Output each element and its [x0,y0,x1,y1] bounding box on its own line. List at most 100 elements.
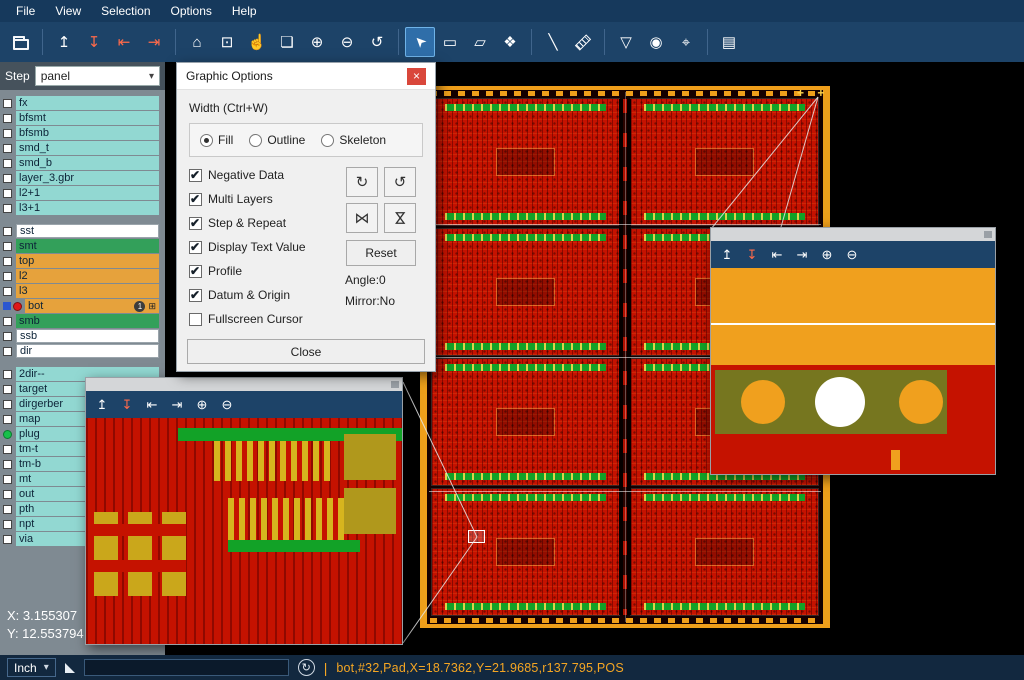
layer-row-l2[interactable]: l2 [0,269,165,283]
command-input[interactable] [84,659,289,676]
menu-item-view[interactable]: View [45,1,91,21]
layer-visibility-checkbox[interactable] [3,385,12,394]
layer-row-bot[interactable]: bot1⊞ [0,299,165,313]
layer-visibility-checkbox[interactable] [3,490,12,499]
rotate-cw-button[interactable]: ↻ [346,167,378,197]
layer-visibility-checkbox[interactable] [3,475,12,484]
refresh-icon[interactable]: ↻ [298,659,315,676]
step-selector[interactable]: panel ▾ [35,66,160,86]
layers-button[interactable]: ❖ [495,27,525,57]
layer-row-sst[interactable]: sst [0,224,165,238]
reset-button[interactable]: Reset [346,240,416,266]
triangle-icon[interactable] [65,663,75,673]
option-multi-layers[interactable]: Multi Layers [189,191,339,207]
pan-hand-button[interactable]: ☝ [242,27,272,57]
radio-fill[interactable]: Fill [200,133,233,147]
option-profile[interactable]: Profile [189,263,339,279]
report-button[interactable]: ▤ [714,27,744,57]
ruler-button[interactable] [568,27,598,57]
layer-row-smb[interactable]: smb [0,314,165,328]
zoom-in-button[interactable]: ⊕ [302,27,332,57]
layer-visibility-checkbox[interactable] [3,317,12,326]
filter-button[interactable]: ▽ [611,27,641,57]
magnifier-titlebar[interactable] [711,228,995,241]
layer-row-bfsmt[interactable]: bfsmt [0,111,165,125]
layer-visibility-checkbox[interactable] [3,189,12,198]
close-button[interactable]: Close [187,339,425,364]
layer-row-smd_t[interactable]: smd_t [0,141,165,155]
mag-export-button[interactable]: ⇥ [791,244,813,266]
mag-zoom-out-button[interactable]: ⊖ [841,244,863,266]
mag-upload-button[interactable]: ↥ [91,394,113,416]
window-button-icon[interactable] [984,231,992,238]
layer-row-l2+1[interactable]: l2+1 [0,186,165,200]
zoom-fit-button[interactable]: ⊡ [212,27,242,57]
mag-zoom-out-button[interactable]: ⊖ [216,394,238,416]
layer-visibility-checkbox[interactable] [3,460,12,469]
mag-import-button[interactable]: ⇤ [141,394,163,416]
layer-visibility-checkbox[interactable] [3,257,12,266]
import-layer-button[interactable]: ⇤ [109,27,139,57]
layer-row-layer_3.gbr[interactable]: layer_3.gbr [0,171,165,185]
layer-visibility-checkbox[interactable] [3,144,12,153]
layer-visibility-checkbox[interactable] [3,129,12,138]
layer-row-l3[interactable]: l3 [0,284,165,298]
mag-import-button[interactable]: ⇤ [766,244,788,266]
layer-visibility-checkbox[interactable] [3,332,12,341]
mag-download-button[interactable]: ↧ [116,394,138,416]
upload-step-button[interactable]: ↥ [49,27,79,57]
highlight-button[interactable]: ◉ [641,27,671,57]
layer-row-l3+1[interactable]: l3+1 [0,201,165,215]
select-tool-button[interactable]: ➤ [405,27,435,57]
magnifier-view-corner-detail[interactable] [711,268,995,474]
layer-visibility-checkbox[interactable] [3,204,12,213]
search-pattern-button[interactable]: ⌖ [671,27,701,57]
radio-skeleton[interactable]: Skeleton [321,133,386,147]
option-display-text-value[interactable]: Display Text Value [189,239,339,255]
layer-row-ssb[interactable]: ssb [0,329,165,343]
layer-visibility-checkbox[interactable] [3,159,12,168]
layer-visibility-checkbox[interactable] [3,520,12,529]
layer-row-fx[interactable]: fx [0,96,165,110]
home-view-button[interactable]: ⌂ [182,27,212,57]
mirror-vertical-button[interactable]: ⋈ [384,203,416,233]
rect-select-button[interactable]: ▭ [435,27,465,57]
magnifier-window-bottom-left[interactable]: ↥↧⇤⇥⊕⊖ [85,377,403,645]
mag-zoom-in-button[interactable]: ⊕ [816,244,838,266]
layer-visibility-checkbox[interactable] [3,287,12,296]
layer-visibility-checkbox[interactable] [3,535,12,544]
poly-select-button[interactable]: ▱ [465,27,495,57]
layer-visibility-checkbox[interactable] [3,114,12,123]
close-icon[interactable]: × [407,68,426,85]
layer-visibility-checkbox[interactable] [3,415,12,424]
menu-item-selection[interactable]: Selection [91,1,160,21]
zoom-previous-button[interactable]: ↺ [362,27,392,57]
menu-item-file[interactable]: File [6,1,45,21]
measure-line-button[interactable]: ╲ [538,27,568,57]
mag-download-button[interactable]: ↧ [741,244,763,266]
mag-zoom-in-button[interactable]: ⊕ [191,394,213,416]
mirror-horizontal-button[interactable]: ⋈ [346,203,378,233]
layer-visibility-checkbox[interactable] [3,174,12,183]
option-datum-origin[interactable]: Datum & Origin [189,287,339,303]
layer-visibility-checkbox[interactable] [3,400,12,409]
layer-row-dir[interactable]: dir [0,344,165,358]
menu-item-options[interactable]: Options [161,1,222,21]
layer-visibility-checkbox[interactable] [3,347,12,356]
magnifier-window-right[interactable]: ↥↧⇤⇥⊕⊖ [710,227,996,475]
layer-row-smt[interactable]: smt [0,239,165,253]
radio-outline[interactable]: Outline [249,133,305,147]
download-step-button[interactable]: ↧ [79,27,109,57]
layer-row-smd_b[interactable]: smd_b [0,156,165,170]
zoom-out-button[interactable]: ⊖ [332,27,362,57]
dialog-titlebar[interactable]: Graphic Options × [177,63,435,90]
layer-visibility-checkbox[interactable] [3,505,12,514]
magnifier-titlebar[interactable] [86,378,402,391]
option-step-repeat[interactable]: Step & Repeat [189,215,339,231]
view-area-button[interactable]: ❏ [272,27,302,57]
unit-selector[interactable]: Inch ▾ [7,658,56,677]
layer-visibility-checkbox[interactable] [3,370,12,379]
export-layer-button[interactable]: ⇥ [139,27,169,57]
rotate-ccw-button[interactable]: ↺ [384,167,416,197]
menu-item-help[interactable]: Help [222,1,267,21]
